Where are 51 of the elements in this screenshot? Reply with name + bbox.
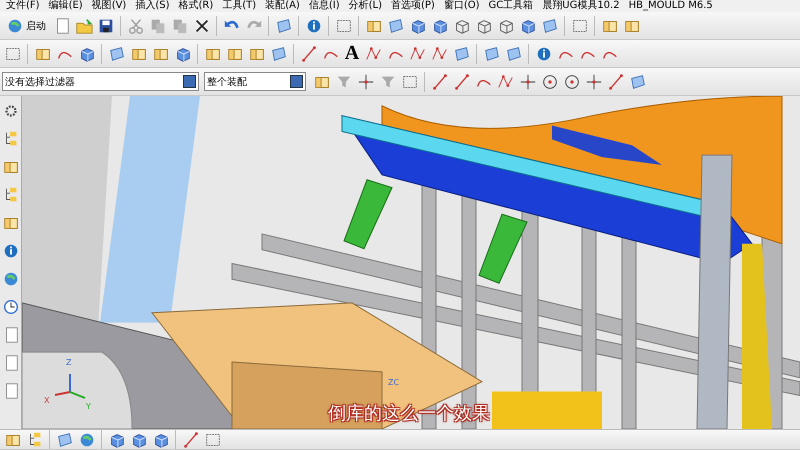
circle-icon[interactable]	[562, 72, 580, 90]
info-icon[interactable]	[2, 242, 20, 260]
text-tool[interactable]: A	[342, 42, 362, 65]
spline-icon[interactable]	[430, 44, 448, 62]
menu-item[interactable]: 编辑(E)	[48, 0, 83, 12]
axis-label: X	[44, 396, 50, 405]
clock-icon[interactable]	[2, 298, 20, 316]
menu-item[interactable]: 分析(L)	[348, 0, 382, 12]
menu-item[interactable]: 视图(V)	[92, 0, 126, 12]
sheet-icon[interactable]	[482, 44, 500, 62]
menu-item[interactable]: 首选项(P)	[390, 0, 435, 12]
circle-icon[interactable]	[540, 72, 558, 90]
axis-label: Y	[86, 402, 91, 411]
filter-dropdown[interactable]: 没有选择过滤器	[2, 72, 199, 91]
menu-item[interactable]: 工具(T)	[222, 0, 256, 12]
line-icon[interactable]	[452, 72, 470, 90]
info-icon[interactable]	[304, 16, 322, 34]
sheet-icon[interactable]	[628, 72, 646, 90]
menu-item[interactable]: 装配(A)	[265, 0, 300, 12]
sheet-icon[interactable]	[270, 44, 288, 62]
crosshair-icon[interactable]	[584, 72, 602, 90]
menu-item[interactable]: 格式(R)	[178, 0, 214, 12]
line-icon[interactable]	[300, 44, 318, 62]
scope-dropdown[interactable]: 整个装配	[204, 72, 306, 91]
line-icon[interactable]	[430, 72, 448, 90]
spline-icon[interactable]	[496, 72, 514, 90]
sheet-icon[interactable]	[108, 44, 126, 62]
spline-icon[interactable]	[408, 44, 426, 62]
menu-item[interactable]: 插入(S)	[135, 0, 170, 12]
start-button[interactable]: 启动	[2, 14, 50, 38]
info-icon[interactable]	[534, 44, 552, 62]
sheet-icon[interactable]	[274, 16, 292, 34]
sheet-icon[interactable]	[504, 44, 522, 62]
spline-icon[interactable]	[364, 44, 382, 62]
line-icon[interactable]	[182, 430, 200, 448]
globe-icon	[6, 16, 24, 34]
menu-item[interactable]: HB_MOULD M6.5	[628, 0, 713, 12]
axis-label: Z	[66, 358, 72, 367]
menu-item[interactable]: 信息(I)	[308, 0, 340, 12]
axis-label: ZC	[388, 378, 400, 387]
crosshair-icon[interactable]	[518, 72, 536, 90]
globe-icon[interactable]	[78, 430, 96, 448]
crosshair-icon[interactable]	[356, 72, 374, 90]
sheet-icon[interactable]	[386, 16, 404, 34]
sheet-icon[interactable]	[540, 16, 558, 34]
line-icon[interactable]	[606, 72, 624, 90]
save-icon[interactable]	[96, 16, 114, 34]
cut-icon[interactable]	[126, 16, 144, 34]
menu-item[interactable]: GC工具箱	[488, 0, 534, 12]
sheet-icon[interactable]	[452, 44, 470, 62]
globe-icon[interactable]	[2, 270, 20, 288]
